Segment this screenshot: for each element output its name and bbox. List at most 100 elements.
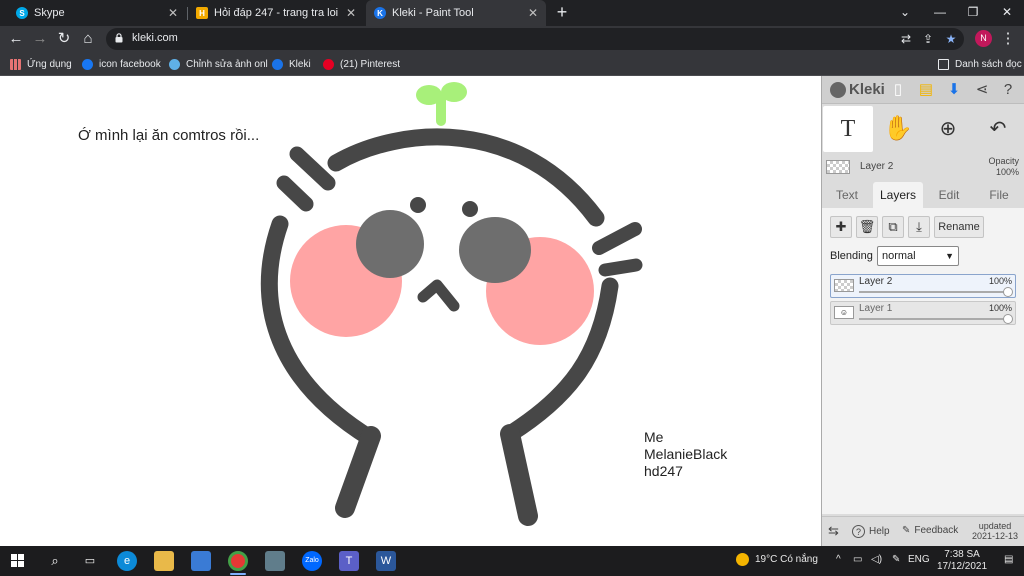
layer-opacity-slider[interactable]: [1003, 314, 1013, 324]
rename-layer-button[interactable]: Rename: [934, 216, 984, 238]
network-icon[interactable]: ▭: [853, 554, 862, 565]
camera-icon[interactable]: [265, 551, 285, 571]
opacity-value: 100%: [995, 167, 1019, 177]
lock-icon: [115, 33, 123, 43]
tool-row: T ✋ ⊕ ↶: [822, 106, 1024, 152]
notification-icon[interactable]: ▤: [1004, 554, 1013, 565]
text-tool-button[interactable]: T: [823, 106, 873, 152]
bookmark-apps[interactable]: Ứng dụng: [10, 57, 72, 71]
bookmark-label: icon facebook: [99, 58, 161, 70]
add-layer-button[interactable]: ✚: [830, 216, 852, 238]
clock-date: 17/12/2021: [937, 561, 988, 572]
minimize-button[interactable]: —: [925, 0, 955, 26]
avatar[interactable]: N: [975, 30, 992, 47]
back-button[interactable]: ←: [6, 29, 26, 49]
open-folder-icon[interactable]: ▤: [916, 80, 936, 100]
weather-text: 19°C Có nắng: [755, 554, 818, 566]
weather-widget[interactable]: 19°C Có nắng: [736, 553, 818, 566]
bookmark-kleki[interactable]: Kleki: [272, 57, 311, 71]
help-icon: ?: [852, 525, 865, 538]
feedback-button[interactable]: ✎ Feedback: [902, 525, 958, 536]
task-view-icon[interactable]: ▭: [80, 551, 100, 571]
file-explorer-icon[interactable]: [154, 551, 174, 571]
store-icon[interactable]: [191, 551, 211, 571]
chevron-down-icon: ▼: [945, 251, 954, 261]
tab-skype[interactable]: S Skype ✕: [6, 0, 186, 26]
tab-layers[interactable]: Layers: [873, 182, 923, 208]
undo-redo-button[interactable]: ↶: [973, 106, 1023, 152]
download-icon[interactable]: ⬇: [944, 80, 964, 100]
tab-file[interactable]: File: [974, 182, 1024, 208]
menu-icon[interactable]: ⋮: [998, 29, 1018, 49]
tray-chevron-icon[interactable]: ^: [836, 554, 841, 565]
drawing-caption: Ớ mình lại ăn comtros rồi...: [78, 127, 260, 144]
language-indicator[interactable]: ENG: [908, 554, 930, 565]
blending-select[interactable]: normal ▼: [877, 246, 959, 266]
signature-line: MelanieBlack: [644, 446, 728, 462]
kleki-icon: K: [374, 7, 386, 19]
help-button[interactable]: ? Help: [852, 525, 890, 538]
signature-text: Me MelanieBlack hd247: [644, 429, 727, 480]
share-icon[interactable]: ⋖: [972, 80, 992, 100]
chrome-icon[interactable]: [228, 551, 248, 571]
chevron-down-icon[interactable]: ⌄: [890, 0, 920, 26]
tab-edit[interactable]: Edit: [924, 182, 974, 208]
zalo-icon[interactable]: Zalo: [302, 551, 322, 571]
pen-icon[interactable]: ✎: [892, 554, 900, 565]
tab-text[interactable]: Text: [822, 182, 872, 208]
help-icon[interactable]: ?: [998, 80, 1018, 100]
maximize-button[interactable]: ❐: [958, 0, 988, 26]
layer-opacity-track[interactable]: [859, 291, 1007, 293]
merge-layer-button[interactable]: ⤓: [908, 216, 930, 238]
merge-down-icon: ⤓: [916, 219, 922, 234]
swap-side-icon[interactable]: ⇆: [828, 523, 839, 539]
zoom-tool-button[interactable]: ⊕: [923, 106, 973, 152]
layer-opacity-track[interactable]: [859, 318, 1007, 320]
delete-layer-button[interactable]: 🗑: [856, 216, 878, 238]
tab-kleki[interactable]: K Kleki - Paint Tool ✕: [366, 0, 546, 26]
sprout-shape: [416, 82, 467, 126]
word-icon[interactable]: W: [376, 551, 396, 571]
hand-tool-button[interactable]: ✋: [873, 106, 923, 152]
layer-opacity-slider[interactable]: [1003, 287, 1013, 297]
star-icon[interactable]: ★: [944, 32, 958, 46]
mouth-shape: [417, 279, 460, 312]
drawing-canvas[interactable]: Ớ mình lại ăn comtros rồi... Me MelanieB…: [0, 76, 821, 546]
layer-name: Layer 1: [859, 303, 893, 314]
bookmark-photo-edit[interactable]: Chỉnh sửa ảnh onl: [169, 57, 268, 71]
close-icon[interactable]: ✕: [346, 6, 356, 20]
bookmark-label: (21) Pinterest: [340, 58, 401, 70]
new-image-icon[interactable]: ▯: [888, 80, 908, 100]
close-window-button[interactable]: ✕: [992, 0, 1022, 26]
reload-button[interactable]: ↻: [54, 29, 74, 49]
tab-title: Skype: [34, 7, 65, 19]
teams-icon[interactable]: T: [339, 551, 359, 571]
edge-icon[interactable]: e: [117, 551, 137, 571]
translate-icon[interactable]: ⇄: [899, 32, 913, 46]
panel-bottom-bar: ⇆ ? Help ✎ Feedback updated 2021-12-13: [822, 516, 1024, 546]
forward-button[interactable]: →: [30, 29, 50, 49]
undo-icon: ↶: [989, 118, 1007, 140]
taskbar: ⌕ ▭ e Zalo T W 19°C Có nắng ^ ▭ ◁) ✎ ENG…: [0, 546, 1024, 576]
reading-list-button[interactable]: Danh sách đọc: [938, 57, 1022, 71]
duplicate-layer-button[interactable]: ⧉: [882, 216, 904, 238]
search-icon[interactable]: ⌕: [45, 551, 65, 571]
close-icon[interactable]: ✕: [168, 6, 178, 20]
share-icon[interactable]: ⇪: [921, 32, 935, 46]
windows-start-icon[interactable]: [8, 551, 28, 571]
layer-item-layer-2[interactable]: Layer 2 100%: [830, 274, 1016, 298]
layer-opacity: 100%: [988, 276, 1012, 286]
new-tab-button[interactable]: +: [552, 2, 572, 22]
home-button[interactable]: ⌂: [78, 29, 98, 49]
bookmark-pinterest[interactable]: (21) Pinterest: [323, 57, 400, 71]
browser-toolbar: ← → ↻ ⌂ kleki.com ⇄ ⇪ ★ ⋮: [0, 26, 1024, 52]
layer-item-layer-1[interactable]: ☺ Layer 1 100%: [830, 301, 1016, 325]
close-icon[interactable]: ✕: [528, 6, 538, 20]
bookmark-icon-facebook[interactable]: icon facebook: [82, 57, 161, 71]
tab-hoidap[interactable]: H Hỏi đáp 247 - trang tra loi ✕: [188, 0, 364, 26]
volume-icon[interactable]: ◁): [871, 554, 882, 565]
panel-tabs: Text Layers Edit File: [822, 182, 1024, 208]
clock[interactable]: 7:38 SA 17/12/2021: [937, 549, 987, 573]
address-bar[interactable]: kleki.com ⇄ ⇪ ★: [106, 28, 964, 50]
clock-time: 7:38 SA: [944, 549, 980, 560]
